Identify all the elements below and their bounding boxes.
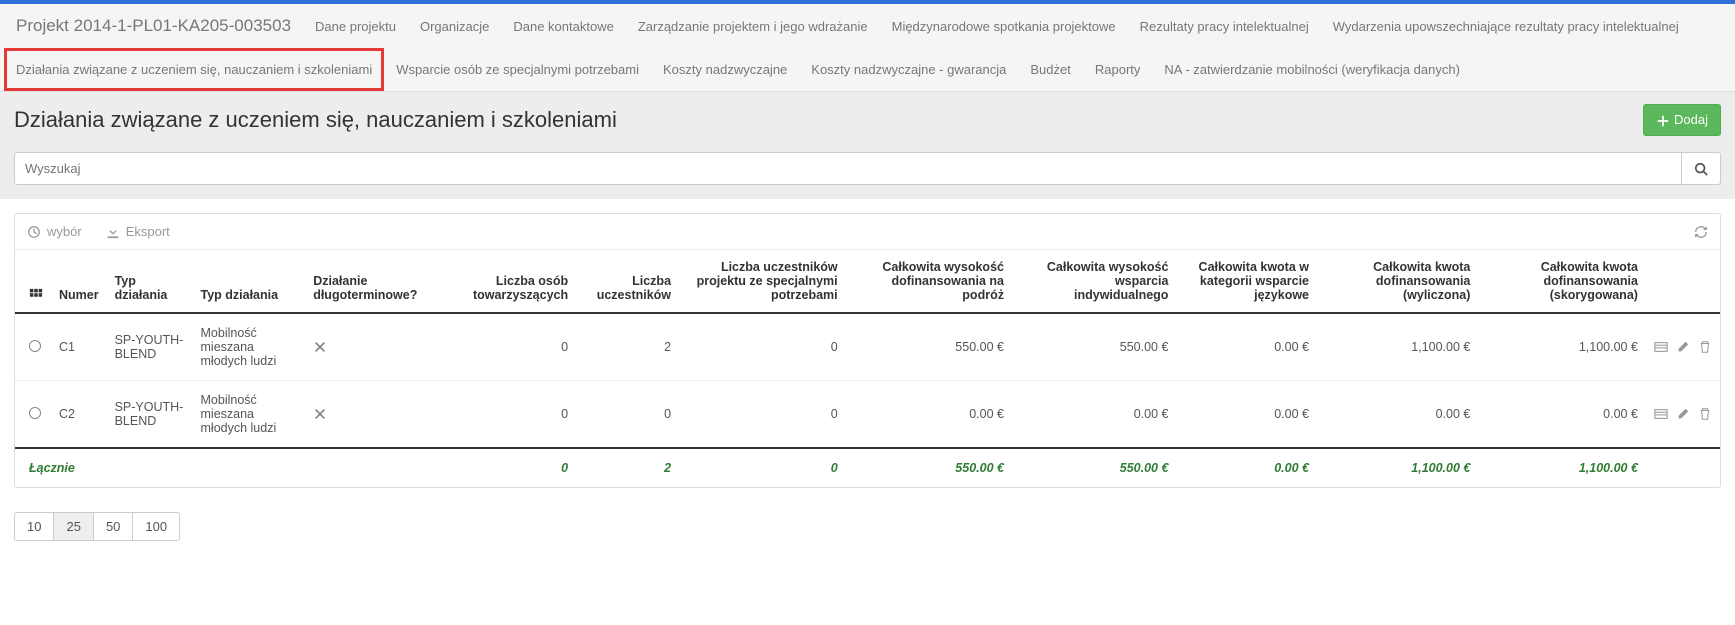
export-tool[interactable]: Eksport xyxy=(106,224,170,240)
table-row: C2SP-YOUTH-BLENDMobilność mieszana młody… xyxy=(15,381,1720,449)
cell-numer: C1 xyxy=(51,313,107,381)
nav-item[interactable]: Raporty xyxy=(1083,48,1153,91)
data-table: NumerTyp działaniaTyp działaniaDziałanie… xyxy=(15,250,1720,487)
nav-item[interactable]: Koszty nadzwyczajne xyxy=(651,48,799,91)
nav-item[interactable]: Wydarzenia upowszechniające rezultaty pr… xyxy=(1321,5,1691,48)
page-header: Działania związane z uczeniem się, naucz… xyxy=(0,92,1735,148)
x-icon xyxy=(313,340,327,354)
column-header[interactable]: Typ działania xyxy=(193,250,306,313)
detail-icon[interactable] xyxy=(1654,407,1668,422)
nav-item[interactable]: Międzynarodowe spotkania projektowe xyxy=(880,5,1128,48)
cell-long xyxy=(305,381,442,449)
nav-item[interactable]: Rezultaty pracy intelektualnej xyxy=(1128,5,1321,48)
search-input[interactable] xyxy=(14,152,1681,185)
page-size-option[interactable]: 50 xyxy=(93,512,133,541)
row-radio[interactable] xyxy=(29,340,41,352)
search-icon xyxy=(1694,160,1708,175)
cell-calc: 1,100.00 € xyxy=(1317,313,1478,381)
cell-typ: SP-YOUTH-BLEND xyxy=(107,313,193,381)
column-header[interactable]: Całkowita kwota dofinansowania (wyliczon… xyxy=(1317,250,1478,313)
column-header[interactable]: Numer xyxy=(51,250,107,313)
nav-item[interactable]: Koszty nadzwyczajne - gwarancja xyxy=(799,48,1018,91)
clock-icon xyxy=(27,224,41,240)
edit-icon[interactable] xyxy=(1676,407,1690,422)
add-button-label: Dodaj xyxy=(1674,112,1708,127)
page-size-option[interactable]: 100 xyxy=(132,512,180,541)
detail-icon[interactable] xyxy=(1654,340,1668,355)
cell-calc: 0.00 € xyxy=(1317,381,1478,449)
cell-typ2: Mobilność mieszana młodych ludzi xyxy=(193,313,306,381)
cell-typ: SP-YOUTH-BLEND xyxy=(107,381,193,449)
cell-special: 0 xyxy=(679,313,846,381)
refresh-icon xyxy=(1694,224,1708,240)
nav-item[interactable]: Działania związane z uczeniem się, naucz… xyxy=(4,48,384,91)
search-button[interactable] xyxy=(1681,152,1721,185)
cell-adj: 1,100.00 € xyxy=(1478,313,1646,381)
results-panel: wybór Eksport NumerTyp działaniaTyp dzia… xyxy=(14,213,1721,489)
x-icon xyxy=(313,407,327,421)
column-header[interactable]: Całkowita wysokość dofinansowania na pod… xyxy=(846,250,1012,313)
cell-special: 0 xyxy=(679,381,846,449)
cell-travel: 550.00 € xyxy=(846,313,1012,381)
nav-item[interactable]: Zarządzanie projektem i jego wdrażanie xyxy=(626,5,880,48)
page-size-option[interactable]: 25 xyxy=(53,512,93,541)
select-tool[interactable]: wybór xyxy=(27,224,82,240)
cell-adj: 0.00 € xyxy=(1478,381,1646,449)
total-label: Łącznie xyxy=(15,448,442,487)
column-header[interactable]: Liczba uczestników xyxy=(576,250,679,313)
total-row: Łącznie020550.00 €550.00 €0.00 €1,100.00… xyxy=(15,448,1720,487)
export-label: Eksport xyxy=(126,224,170,239)
column-header[interactable]: Działanie długoterminowe? xyxy=(305,250,442,313)
search-bar xyxy=(0,148,1735,199)
nav-container: Projekt 2014-1-PL01-KA205-003503 Dane pr… xyxy=(0,4,1735,92)
plus-icon xyxy=(1656,112,1670,128)
page-size-selector: 102550100 xyxy=(0,502,1735,551)
nav-item[interactable]: Wsparcie osób ze specjalnymi potrzebami xyxy=(384,48,651,91)
cell-part: 0 xyxy=(576,381,679,449)
row-radio[interactable] xyxy=(29,407,41,419)
column-header[interactable]: Liczba uczestników projektu ze specjalny… xyxy=(679,250,846,313)
page-size-option[interactable]: 10 xyxy=(14,512,54,541)
column-header[interactable] xyxy=(1646,250,1720,313)
delete-icon[interactable] xyxy=(1698,340,1712,355)
cell-typ2: Mobilność mieszana młodych ludzi xyxy=(193,381,306,449)
column-header[interactable]: Typ działania xyxy=(107,250,193,313)
refresh-tool[interactable] xyxy=(1694,224,1708,240)
grid-icon[interactable] xyxy=(29,287,43,301)
column-header[interactable]: Całkowita wysokość wsparcia indywidualne… xyxy=(1012,250,1176,313)
cell-travel: 0.00 € xyxy=(846,381,1012,449)
cell-lang: 0.00 € xyxy=(1176,381,1317,449)
cell-indiv: 0.00 € xyxy=(1012,381,1176,449)
table-row: C1SP-YOUTH-BLENDMobilność mieszana młody… xyxy=(15,313,1720,381)
nav-item[interactable]: Organizacje xyxy=(408,5,501,48)
select-label: wybór xyxy=(47,224,82,239)
cell-part: 2 xyxy=(576,313,679,381)
column-header[interactable]: Liczba osób towarzyszących xyxy=(442,250,576,313)
nav-item[interactable]: Budżet xyxy=(1018,48,1082,91)
nav-item[interactable]: Dane kontaktowe xyxy=(501,5,625,48)
cell-lang: 0.00 € xyxy=(1176,313,1317,381)
cell-long xyxy=(305,313,442,381)
delete-icon[interactable] xyxy=(1698,407,1712,422)
table-toolbar: wybór Eksport xyxy=(15,214,1720,251)
cell-accomp: 0 xyxy=(442,381,576,449)
column-header[interactable] xyxy=(15,250,51,313)
cell-accomp: 0 xyxy=(442,313,576,381)
download-icon xyxy=(106,224,120,240)
cell-numer: C2 xyxy=(51,381,107,449)
project-title: Projekt 2014-1-PL01-KA205-003503 xyxy=(4,4,303,48)
cell-indiv: 550.00 € xyxy=(1012,313,1176,381)
add-button[interactable]: Dodaj xyxy=(1643,104,1721,136)
column-header[interactable]: Całkowita kwota dofinansowania (skorygow… xyxy=(1478,250,1646,313)
nav-item[interactable]: Dane projektu xyxy=(303,5,408,48)
page-heading: Działania związane z uczeniem się, naucz… xyxy=(14,107,617,133)
column-header[interactable]: Całkowita kwota w kategorii wsparcie jęz… xyxy=(1176,250,1317,313)
nav-item[interactable]: NA - zatwierdzanie mobilności (weryfikac… xyxy=(1152,48,1472,91)
edit-icon[interactable] xyxy=(1676,340,1690,355)
